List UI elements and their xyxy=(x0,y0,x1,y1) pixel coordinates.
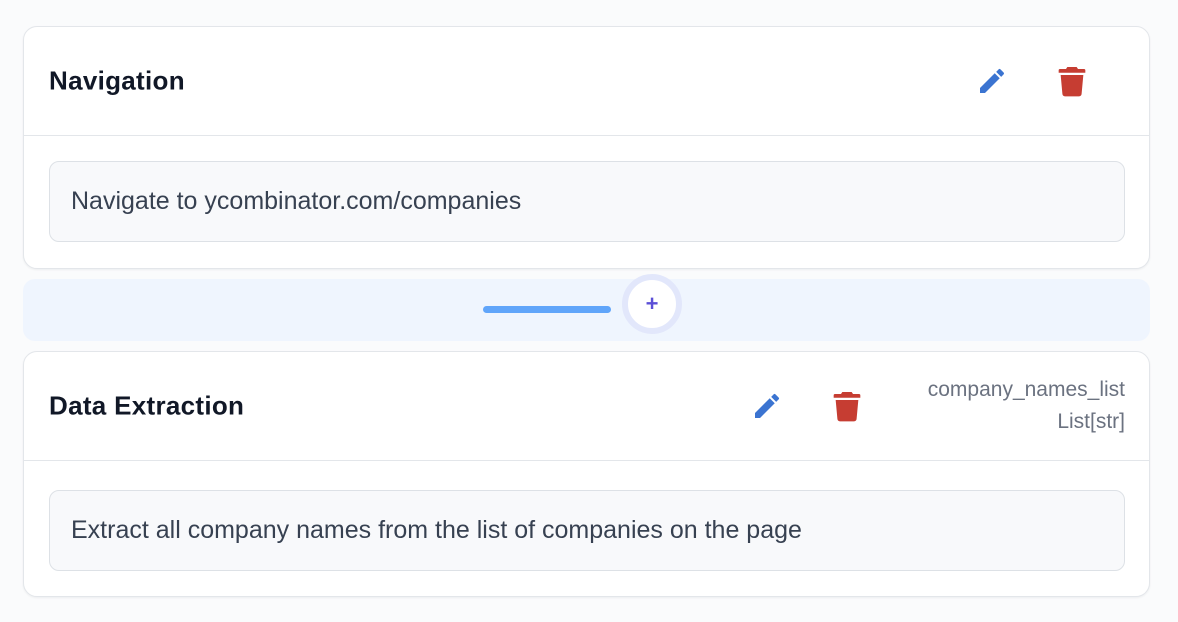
step-title: Navigation xyxy=(49,65,185,96)
step-title: Data Extraction xyxy=(49,390,245,421)
step-output-info: company_names_list List[str] xyxy=(928,374,1125,438)
step-description[interactable]: Navigate to ycombinator.com/companies xyxy=(49,161,1125,242)
step-card-navigation: Navigation Navigate to ycombinator.com/c… xyxy=(23,26,1150,269)
add-step-button[interactable]: + xyxy=(622,274,682,334)
step-card-data-extraction: Data Extraction company_names_list List[… xyxy=(23,351,1150,597)
insert-indicator-line xyxy=(483,306,611,313)
output-variable-name: company_names_list xyxy=(927,378,1125,401)
edit-step-button[interactable] xyxy=(972,61,1012,101)
insert-step-zone[interactable]: + xyxy=(23,274,1150,341)
step-card-header: Data Extraction company_names_list List[… xyxy=(24,352,1149,461)
pencil-icon xyxy=(980,68,1005,93)
output-variable-type: List[str] xyxy=(1057,410,1125,433)
step-description[interactable]: Extract all company names from the list … xyxy=(49,490,1125,571)
delete-step-button[interactable] xyxy=(827,386,867,426)
trash-icon xyxy=(1058,67,1086,97)
edit-step-button[interactable] xyxy=(747,386,787,426)
step-card-header: Navigation xyxy=(24,27,1149,136)
pencil-icon xyxy=(755,393,780,418)
delete-step-button[interactable] xyxy=(1052,61,1092,101)
trash-icon xyxy=(833,392,861,422)
